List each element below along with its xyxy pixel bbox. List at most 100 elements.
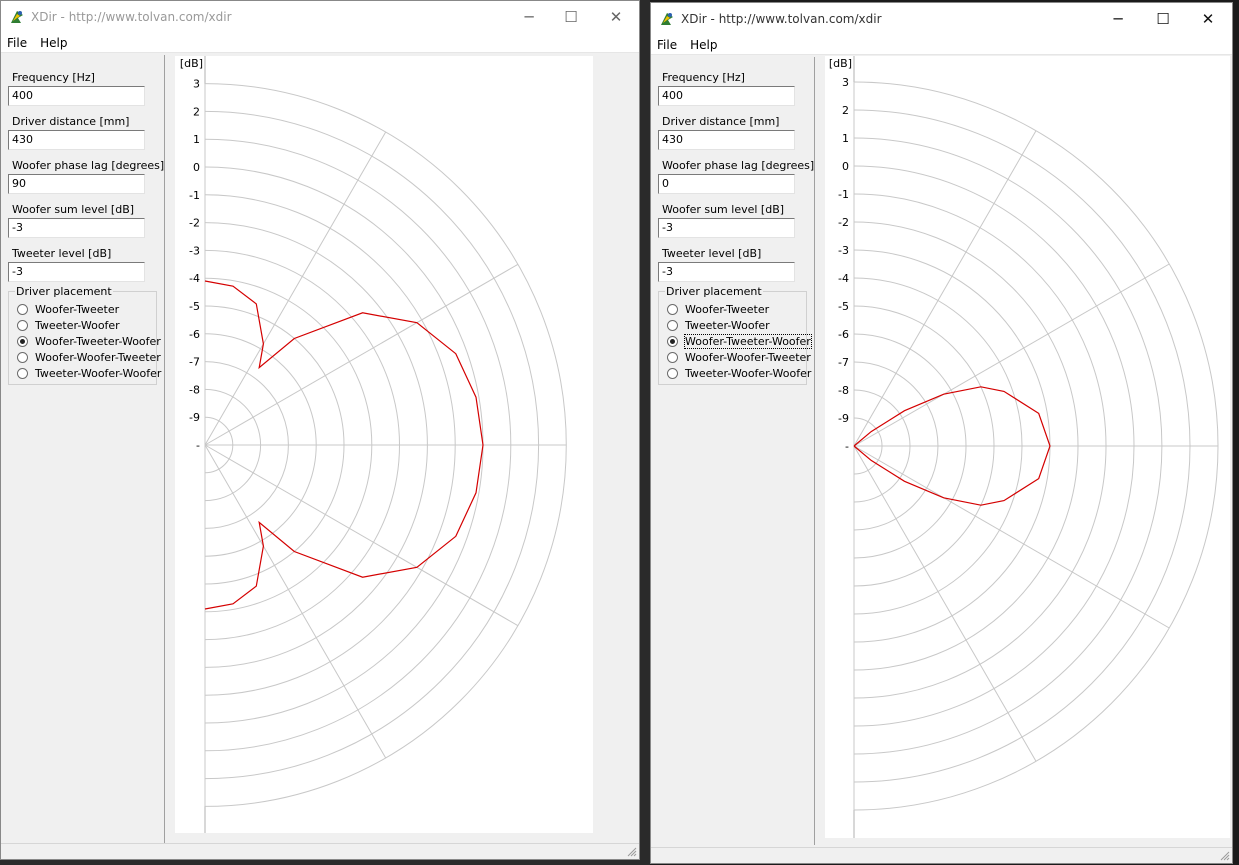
tick-label: -8 [189,383,200,396]
radio-button[interactable] [667,351,678,363]
driver-placement-group: Driver placement Woofer-Tweeter Tweeter-… [658,285,812,385]
grid-spoke [853,263,1170,447]
settings-panel: Frequency [Hz] 400 Driver distance [mm] … [651,57,815,845]
menu-help[interactable]: Help [690,38,717,52]
tick-label: -5 [838,300,849,313]
woofer-sum-level-label: Woofer sum level [dB] [12,203,135,216]
tick-label: - [196,439,200,452]
radio-label: Woofer-Tweeter [35,302,120,316]
radio-button[interactable] [17,319,28,331]
frequency-input[interactable]: 400 [658,86,795,106]
close-button[interactable]: ✕ [593,1,639,33]
xdir-window-right: XDir - http://www.tolvan.com/xdir ─ ☐ ✕ … [650,2,1233,864]
radio-woofer-woofer-tweeter[interactable]: Woofer-Woofer-Tweeter [17,349,161,365]
desktop-background-strip [640,0,650,865]
grid-spoke [204,263,519,446]
tick-label: -2 [189,217,200,230]
radio-button[interactable] [17,303,28,315]
woofer-phase-lag-input[interactable]: 90 [8,174,145,194]
unit-label: [dB] [180,57,203,70]
resize-grip-icon[interactable] [627,847,637,857]
radio-label: Tweeter-Woofer [685,318,770,332]
polar-plot[interactable]: 3 2 1 0 -1 -2 -3 -4 -5 -6 -7 -8 -9 - [dB] [175,56,593,833]
tick-label: -5 [189,300,200,313]
tick-label: 2 [193,105,200,118]
radio-button[interactable] [667,303,678,315]
tick-label: 1 [193,133,200,146]
window-title: XDir - http://www.tolvan.com/xdir [31,10,232,24]
grid-spoke [204,444,519,627]
radio-woofer-woofer-tweeter[interactable]: Woofer-Woofer-Tweeter [667,349,811,365]
polar-plot[interactable]: 3 2 1 0 -1 -2 -3 -4 -5 -6 -7 -8 -9 - [dB] [825,56,1230,838]
radio-label: Tweeter-Woofer-Woofer [35,366,162,380]
driver-distance-label: Driver distance [mm] [662,115,780,128]
tick-label: -4 [838,272,849,285]
driver-distance-input[interactable]: 430 [8,130,145,150]
title-bar[interactable]: XDir - http://www.tolvan.com/xdir ─ ☐ ✕ [1,1,639,33]
menu-bar: File Help [1,33,639,53]
tick-label: 2 [842,104,849,117]
status-bar [1,843,639,859]
radio-woofer-tweeter[interactable]: Woofer-Tweeter [667,301,769,317]
radio-woofer-tweeter-woofer[interactable]: Woofer-Tweeter-Woofer [667,333,812,349]
tick-label: -1 [838,188,849,201]
maximize-button[interactable]: ☐ [548,1,594,33]
radio-button-selected[interactable] [17,335,28,347]
woofer-sum-level-input[interactable]: -3 [8,218,145,238]
radio-button-selected[interactable] [667,335,678,347]
tweeter-level-input[interactable]: -3 [658,262,795,282]
radio-button[interactable] [667,319,678,331]
xdir-window-left: XDir - http://www.tolvan.com/xdir ─ ☐ ✕ … [0,0,640,860]
tick-label: -1 [189,189,200,202]
maximize-button[interactable]: ☐ [1140,3,1186,35]
radio-button[interactable] [17,367,28,379]
tick-label: -7 [189,356,200,369]
title-bar[interactable]: XDir - http://www.tolvan.com/xdir ─ ☐ ✕ [651,3,1232,35]
driver-placement-legend: Driver placement [665,285,763,298]
frequency-label: Frequency [Hz] [662,71,745,84]
driver-distance-label: Driver distance [mm] [12,115,130,128]
driver-placement-group: Driver placement Woofer-Tweeter Tweeter-… [8,285,161,385]
menu-file[interactable]: File [7,36,27,50]
radio-label: Woofer-Tweeter-Woofer [35,334,161,348]
radio-tweeter-woofer[interactable]: Tweeter-Woofer [17,317,120,333]
woofer-phase-lag-label: Woofer phase lag [degrees] [12,159,165,172]
radio-tweeter-woofer-woofer[interactable]: Tweeter-Woofer-Woofer [667,365,811,381]
radio-button[interactable] [667,367,678,379]
menu-file[interactable]: File [657,38,677,52]
tick-label: -3 [838,244,849,257]
radio-label: Woofer-Woofer-Tweeter [685,350,811,364]
minimize-button[interactable]: ─ [1095,3,1141,35]
tweeter-level-input[interactable]: -3 [8,262,145,282]
tick-label: -9 [189,411,200,424]
woofer-phase-lag-input[interactable]: 0 [658,174,795,194]
tick-label: -4 [189,272,200,285]
tweeter-level-label: Tweeter level [dB] [662,247,762,260]
woofer-phase-lag-label: Woofer phase lag [degrees] [662,159,815,172]
radio-tweeter-woofer-woofer[interactable]: Tweeter-Woofer-Woofer [17,365,161,381]
close-button[interactable]: ✕ [1185,3,1231,35]
tick-label: -6 [189,328,200,341]
radio-label: Woofer-Tweeter [685,302,770,316]
tick-label: -9 [838,412,849,425]
tick-label: -3 [189,244,200,257]
radio-label: Tweeter-Woofer [35,318,120,332]
radio-woofer-tweeter[interactable]: Woofer-Tweeter [17,301,119,317]
driver-distance-input[interactable]: 430 [658,130,795,150]
resize-grip-icon[interactable] [1220,851,1230,861]
tick-label: -8 [838,384,849,397]
frequency-input[interactable]: 400 [8,86,145,106]
unit-label: [dB] [829,57,852,70]
tick-label: -2 [838,216,849,229]
grid-spoke [204,131,387,446]
menu-help[interactable]: Help [40,36,67,50]
xdir-app-icon [661,13,673,25]
xdir-app-icon [11,11,23,23]
radio-button[interactable] [17,351,28,363]
radio-woofer-tweeter-woofer[interactable]: Woofer-Tweeter-Woofer [17,333,161,349]
woofer-sum-level-input[interactable]: -3 [658,218,795,238]
tick-label: - [845,440,849,453]
radio-tweeter-woofer[interactable]: Tweeter-Woofer [667,317,770,333]
minimize-button[interactable]: ─ [506,1,552,33]
window-title: XDir - http://www.tolvan.com/xdir [681,12,882,26]
